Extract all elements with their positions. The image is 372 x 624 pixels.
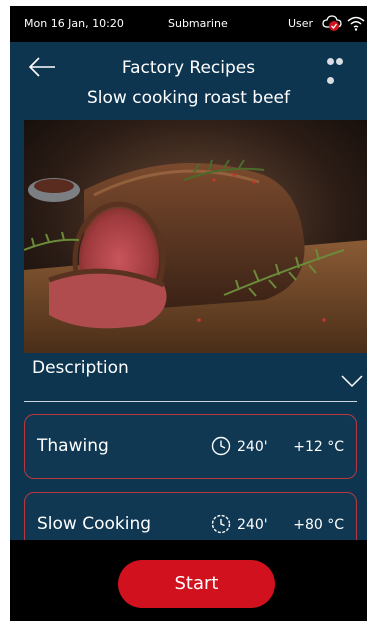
cloud-connected-icon — [322, 15, 342, 31]
step-name: Thawing — [37, 436, 109, 456]
step-duration: 240' — [237, 439, 268, 455]
more-options-icon[interactable] — [327, 50, 353, 84]
status-user[interactable]: User — [288, 17, 313, 30]
status-datetime: Mon 16 Jan, 10:20 — [24, 17, 124, 30]
step-name: Slow Cooking — [37, 514, 152, 534]
step-temperature: +12 °C — [293, 439, 344, 455]
page-title: Factory Recipes — [121, 58, 256, 78]
description-divider — [24, 401, 357, 402]
status-mode: Submarine — [168, 17, 228, 30]
app-screen: Mon 16 Jan, 10:20 Submarine User Factory… — [10, 6, 367, 621]
slow-clock-icon — [211, 514, 231, 534]
bottom-action-bar: Start — [10, 540, 367, 621]
clock-icon — [211, 436, 231, 456]
header: Factory Recipes Slow cooking roast beef — [10, 42, 367, 120]
step-thawing[interactable]: Thawing 240' +12 °C — [24, 414, 357, 479]
chevron-down-icon[interactable] — [340, 374, 364, 388]
description-label: Description — [32, 358, 129, 378]
step-temperature: +80 °C — [293, 517, 344, 533]
recipe-name: Slow cooking roast beef — [87, 88, 290, 108]
wifi-icon — [347, 16, 365, 31]
step-duration: 240' — [237, 517, 268, 533]
status-bar: Mon 16 Jan, 10:20 Submarine User — [10, 6, 367, 42]
recipe-photo — [24, 120, 367, 353]
start-button[interactable]: Start — [118, 560, 275, 608]
